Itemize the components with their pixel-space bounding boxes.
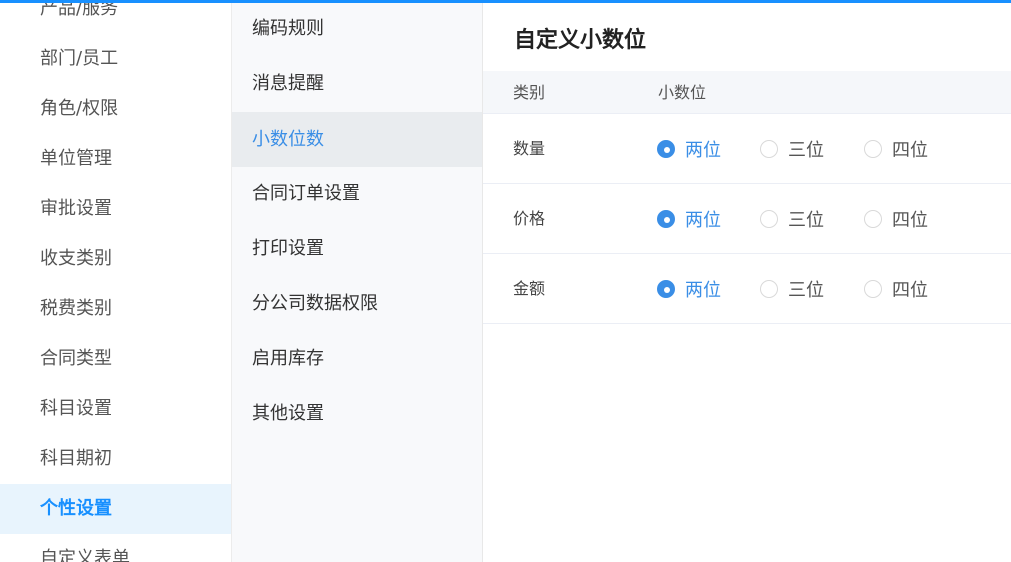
sidebar-item-personal-settings[interactable]: 个性设置 bbox=[0, 484, 231, 534]
table-row-quantity: 数量 两位 三位 四位 bbox=[483, 114, 1011, 184]
radio-checked-icon bbox=[657, 280, 675, 298]
sidebar-item-approval-settings[interactable]: 审批设置 bbox=[0, 184, 231, 234]
page-title: 自定义小数位 bbox=[514, 28, 647, 53]
radio-unchecked-icon bbox=[760, 210, 778, 228]
sidebar-item-income-expense-categories[interactable]: 收支类别 bbox=[0, 234, 231, 284]
sidebar-item-roles-permissions[interactable]: 角色/权限 bbox=[0, 84, 231, 134]
radio-label: 三位 bbox=[788, 280, 824, 301]
table-row-amount: 金额 两位 三位 四位 bbox=[483, 254, 1011, 324]
amount-radio-three[interactable]: 三位 bbox=[760, 254, 824, 324]
price-radio-two[interactable]: 两位 bbox=[657, 184, 721, 254]
submenu-item-contract-order-settings[interactable]: 合同订单设置 bbox=[232, 166, 482, 221]
table-row-price: 价格 两位 三位 四位 bbox=[483, 184, 1011, 254]
price-radio-four[interactable]: 四位 bbox=[864, 184, 928, 254]
table-header: 类别 小数位 bbox=[483, 71, 1011, 114]
radio-label: 两位 bbox=[685, 140, 721, 161]
radio-checked-icon bbox=[657, 210, 675, 228]
radio-label: 四位 bbox=[892, 210, 928, 231]
column-header-decimal-places: 小数位 bbox=[658, 83, 707, 102]
submenu-item-enable-inventory[interactable]: 启用库存 bbox=[232, 331, 482, 386]
radio-label: 四位 bbox=[892, 140, 928, 161]
sidebar-item-unit-management[interactable]: 单位管理 bbox=[0, 134, 231, 184]
amount-radio-four[interactable]: 四位 bbox=[864, 254, 928, 324]
radio-label: 两位 bbox=[685, 280, 721, 301]
submenu-item-encoding-rules[interactable]: 编码规则 bbox=[232, 1, 482, 56]
row-label-price: 价格 bbox=[513, 209, 546, 228]
radio-unchecked-icon bbox=[760, 280, 778, 298]
submenu-item-other-settings[interactable]: 其他设置 bbox=[232, 386, 482, 441]
sidebar-item-account-settings[interactable]: 科目设置 bbox=[0, 384, 231, 434]
sidebar-item-tax-categories[interactable]: 税费类别 bbox=[0, 284, 231, 334]
radio-unchecked-icon bbox=[864, 280, 882, 298]
column-header-category: 类别 bbox=[513, 83, 546, 102]
quantity-radio-two[interactable]: 两位 bbox=[657, 114, 721, 184]
sidebar-item-account-opening[interactable]: 科目期初 bbox=[0, 434, 231, 484]
amount-radio-two[interactable]: 两位 bbox=[657, 254, 721, 324]
settings-submenu: 编码规则 消息提醒 小数位数 合同订单设置 打印设置 分公司数据权限 启用库存 … bbox=[232, 0, 483, 562]
sidebar-item-products-services[interactable]: 产品/服务 bbox=[0, 0, 231, 34]
quantity-radio-three[interactable]: 三位 bbox=[760, 114, 824, 184]
radio-checked-icon bbox=[657, 140, 675, 158]
submenu-item-print-settings[interactable]: 打印设置 bbox=[232, 221, 482, 276]
radio-unchecked-icon bbox=[760, 140, 778, 158]
submenu-item-message-reminders[interactable]: 消息提醒 bbox=[232, 56, 482, 111]
radio-label: 三位 bbox=[788, 140, 824, 161]
decimal-settings-panel: 自定义小数位 类别 小数位 数量 两位 三位 四位 价格 两位 三位 四位 金额… bbox=[483, 0, 1011, 562]
quantity-radio-four[interactable]: 四位 bbox=[864, 114, 928, 184]
radio-label: 两位 bbox=[685, 210, 721, 231]
sidebar-item-departments-staff[interactable]: 部门/员工 bbox=[0, 34, 231, 84]
radio-unchecked-icon bbox=[864, 210, 882, 228]
top-accent-bar bbox=[0, 0, 1011, 3]
row-label-quantity: 数量 bbox=[513, 139, 546, 158]
radio-label: 四位 bbox=[892, 280, 928, 301]
radio-label: 三位 bbox=[788, 210, 824, 231]
price-radio-three[interactable]: 三位 bbox=[760, 184, 824, 254]
submenu-item-decimal-places[interactable]: 小数位数 bbox=[232, 112, 482, 167]
sidebar-item-contract-types[interactable]: 合同类型 bbox=[0, 334, 231, 384]
submenu-item-branch-data-permissions[interactable]: 分公司数据权限 bbox=[232, 276, 482, 331]
settings-sidebar: 产品/服务 部门/员工 角色/权限 单位管理 审批设置 收支类别 税费类别 合同… bbox=[0, 0, 232, 562]
sidebar-item-custom-forms[interactable]: 自定义表单 bbox=[0, 534, 231, 562]
row-label-amount: 金额 bbox=[513, 279, 546, 298]
radio-unchecked-icon bbox=[864, 140, 882, 158]
